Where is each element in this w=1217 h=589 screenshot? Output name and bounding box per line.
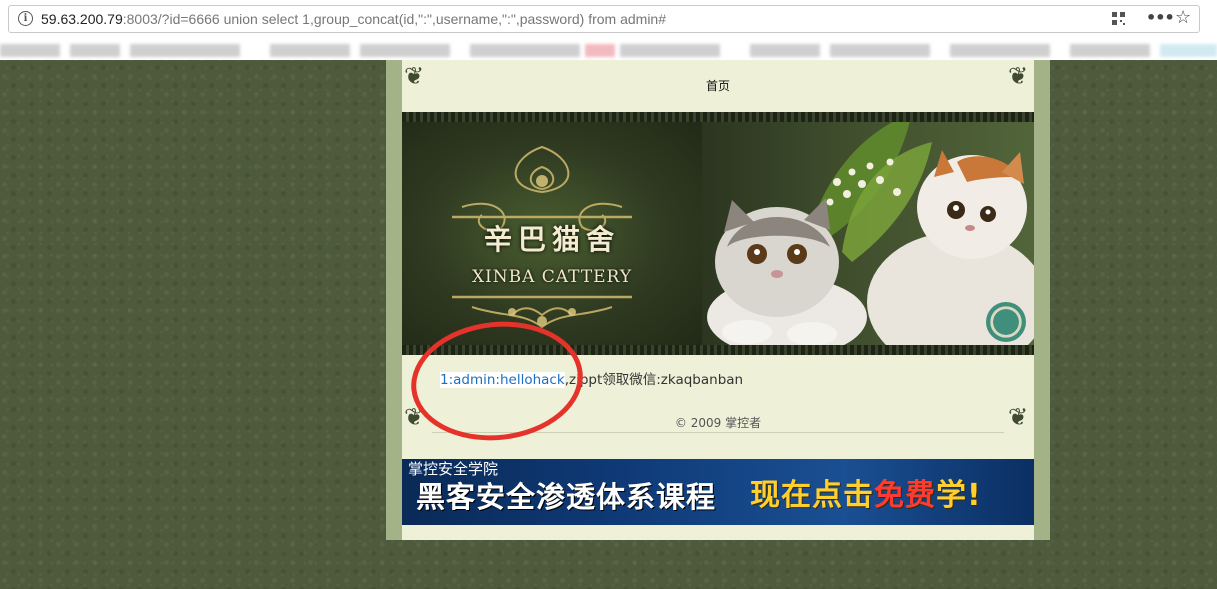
logo-title-cn: 辛巴猫舍 <box>483 223 620 256</box>
star-icon[interactable]: ☆ <box>1175 7 1191 29</box>
banner: 辛巴猫舍 XINBA CATTERY <box>402 112 1034 355</box>
qr-code-icon[interactable] <box>1112 12 1125 25</box>
bookmark-item[interactable] <box>0 44 60 57</box>
nav-home-link[interactable]: 首页 <box>402 78 1034 94</box>
bookmark-item[interactable] <box>270 44 350 57</box>
info-icon[interactable]: i <box>18 11 33 26</box>
url-path: :8003/?id=6666 union select 1,group_conc… <box>122 11 666 27</box>
result-rest: ,zippt领取微信:zkaqbanban <box>564 372 744 388</box>
bookmark-item[interactable] <box>620 44 720 57</box>
cats-photo <box>707 122 1034 345</box>
address-bar: i 59.63.200.79:8003/?id=6666 union selec… <box>0 0 1217 41</box>
bookmark-item[interactable] <box>585 44 615 57</box>
content-area: ❦ ❦ 首页 辛巴猫舍 XINBA CATTERY 1:admin:helloh… <box>402 60 1034 540</box>
bookmark-item[interactable] <box>1070 44 1150 57</box>
ad-cta-part3: 学! <box>936 478 982 513</box>
ad-cta[interactable]: 现在点击免费学! <box>750 477 982 515</box>
ad-banner[interactable]: 掌控安全学院 黑客安全渗透体系课程 现在点击免费学! <box>402 459 1034 525</box>
page-frame: ❦ ❦ 首页 辛巴猫舍 XINBA CATTERY 1:admin:helloh… <box>386 60 1050 540</box>
ad-subtitle: 掌控安全学院 <box>408 460 499 478</box>
url-text[interactable]: 59.63.200.79:8003/?id=6666 union select … <box>41 10 666 28</box>
bookmark-item[interactable] <box>470 44 580 57</box>
bookmarks-bar <box>0 40 1217 60</box>
ad-cta-part1: 现在点击 <box>750 478 874 513</box>
cfa-badge-icon <box>986 302 1026 342</box>
bookmark-item[interactable] <box>70 44 120 57</box>
bookmark-item[interactable] <box>830 44 930 57</box>
url-host: 59.63.200.79 <box>41 11 123 27</box>
logo-title-en: XINBA CATTERY <box>471 267 633 287</box>
ad-cta-part2: 免费 <box>874 478 936 513</box>
bookmark-item[interactable] <box>130 44 240 57</box>
url-box[interactable]: i 59.63.200.79:8003/?id=6666 union selec… <box>8 5 1200 33</box>
bookmark-item[interactable] <box>360 44 450 57</box>
bookmark-item[interactable] <box>950 44 1050 57</box>
banner-logo-area: 辛巴猫舍 XINBA CATTERY <box>402 122 702 345</box>
banner-border-top <box>402 112 1034 122</box>
banner-photo <box>702 122 1034 345</box>
bookmark-item[interactable] <box>1160 44 1217 57</box>
more-menu-icon[interactable]: ••• <box>1146 8 1175 28</box>
ad-title: 黑客安全渗透体系课程 <box>416 480 717 514</box>
bookmark-item[interactable] <box>750 44 820 57</box>
